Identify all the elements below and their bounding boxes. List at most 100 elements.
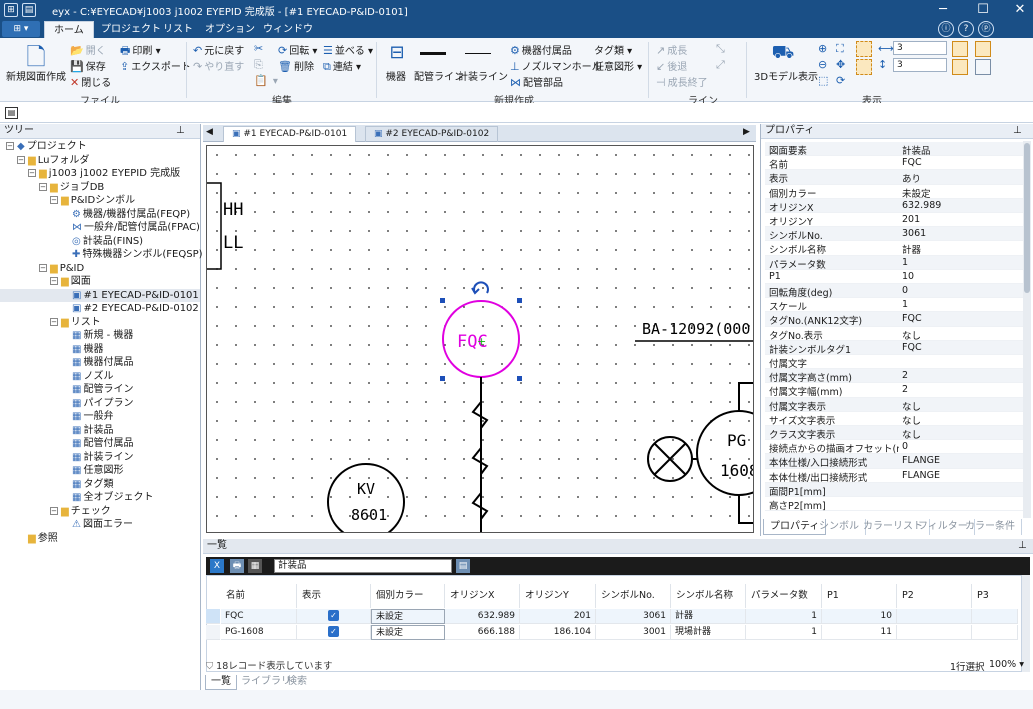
- tree-item[interactable]: − ▆ ジョブDB: [0, 181, 200, 195]
- handle-tr[interactable]: [517, 298, 522, 303]
- table-cell-p1[interactable]: 10: [822, 609, 897, 624]
- property-row[interactable]: 付属文字表示 なし: [765, 397, 1023, 413]
- doc-tab-0102[interactable]: ▣ #2 EYECAD-P&ID-0102: [365, 126, 499, 142]
- panel-toggle-icon[interactable]: [975, 41, 991, 57]
- col-color[interactable]: 個別カラー: [371, 584, 445, 608]
- tab-list-view[interactable]: 一覧: [205, 675, 237, 690]
- line-tool2-icon[interactable]: ⤢: [716, 58, 727, 72]
- property-value[interactable]: FQC: [902, 313, 922, 324]
- new-drawing-button[interactable]: 新規図面作成: [6, 68, 66, 83]
- property-value[interactable]: 3061: [902, 228, 926, 239]
- tree-item[interactable]: ▣ #1 EYECAD-P&ID-0101: [0, 288, 200, 302]
- file-menu-button[interactable]: ⊞ ▾: [2, 21, 40, 37]
- col-p1[interactable]: P1: [822, 584, 897, 608]
- row-selector[interactable]: [206, 609, 220, 624]
- property-row[interactable]: 高さP2[mm]: [765, 497, 1023, 512]
- col-param-count[interactable]: パラメータ数: [746, 584, 822, 608]
- tab-color-condition[interactable]: カラー条件: [959, 519, 1022, 535]
- property-value[interactable]: 計装品: [902, 143, 931, 157]
- close-doc-button[interactable]: ✕ 閉じる: [70, 74, 111, 89]
- tree-item[interactable]: ▦ ノズル: [0, 370, 200, 384]
- property-row[interactable]: 付属文字高さ(mm) 2: [765, 369, 1023, 384]
- refresh-icon[interactable]: ⟳: [836, 74, 847, 87]
- save-button[interactable]: 💾 保存: [70, 58, 106, 73]
- property-row[interactable]: シンボルNo. 3061: [765, 227, 1023, 242]
- table-cell-name[interactable]: FQC: [221, 609, 297, 624]
- help-icon[interactable]: ?: [958, 21, 974, 37]
- table-cell-color[interactable]: 未設定: [371, 625, 445, 640]
- tree-item[interactable]: − ▆ j1003 j1002 EYEPID 完成版: [0, 167, 200, 181]
- grid-x-spinner[interactable]: 3: [893, 41, 947, 55]
- col-name[interactable]: 名前: [221, 584, 297, 608]
- tree-item[interactable]: ⋈ 一般弁/配管付属品(FPAC): [0, 221, 200, 235]
- tree-item[interactable]: − ▆ リスト: [0, 316, 200, 330]
- property-row[interactable]: 付属文字幅(mm) 2: [765, 383, 1023, 398]
- table-cell-p1[interactable]: 11: [822, 625, 897, 640]
- display-checkbox[interactable]: ✓: [297, 625, 371, 640]
- pin-icon[interactable]: ⓟ: [978, 21, 994, 37]
- table-cell-no[interactable]: 3001: [596, 625, 671, 640]
- property-row[interactable]: 付属文字: [765, 355, 1023, 370]
- tree-item[interactable]: − ▆ P&ID: [0, 262, 200, 276]
- select-mode-icon[interactable]: [952, 41, 968, 57]
- checkbox-check-icon[interactable]: ✓: [328, 626, 339, 637]
- collapse-toggle-icon[interactable]: −: [28, 169, 36, 177]
- table-cell-params[interactable]: 1: [746, 625, 822, 640]
- quick-access-icon[interactable]: ▤: [22, 3, 36, 17]
- paste-icon[interactable]: 📋 ▾: [254, 74, 278, 87]
- tab-list[interactable]: リスト: [154, 21, 202, 38]
- tree-item[interactable]: − ▆ P&IDシンボル: [0, 194, 200, 208]
- list-settings-icon[interactable]: ▤: [456, 559, 470, 573]
- property-value[interactable]: FLANGE: [902, 470, 940, 481]
- excel-export-icon[interactable]: X: [210, 559, 224, 573]
- property-row[interactable]: タグNo.表示 なし: [765, 327, 1023, 342]
- col-symbol-no[interactable]: シンボルNo.: [596, 584, 671, 608]
- pipe-parts-button[interactable]: ⋈ 配管部品: [510, 74, 563, 89]
- table-cell-params[interactable]: 1: [746, 609, 822, 624]
- property-value[interactable]: 計器: [902, 242, 921, 256]
- nozzle-manhole-button[interactable]: ⊥ ノズルマンホール: [510, 58, 602, 73]
- tab-scroll-right-icon[interactable]: ▶: [743, 127, 750, 137]
- equipment-button[interactable]: 機器: [386, 68, 406, 83]
- property-value[interactable]: なし: [902, 328, 921, 342]
- table-cell-empty[interactable]: [897, 625, 972, 640]
- redo-button[interactable]: ↷ やり直す: [193, 58, 244, 73]
- property-row[interactable]: クラス文字表示 なし: [765, 426, 1023, 441]
- col-origin-y[interactable]: オリジンY: [520, 584, 596, 608]
- table-cell-name[interactable]: PG-1608: [221, 625, 297, 640]
- line-tool-icon[interactable]: ⤡: [716, 42, 727, 56]
- tag-button[interactable]: タグ類 ▾: [594, 42, 632, 57]
- any-shape-button[interactable]: 任意図形 ▾: [594, 58, 642, 73]
- tree-item[interactable]: ▆ 参照: [0, 532, 200, 546]
- col-symbol-name[interactable]: シンボル名称: [671, 584, 746, 608]
- tree-item[interactable]: ▦ 計装ライン: [0, 451, 200, 465]
- fit-icon[interactable]: ⛶: [836, 42, 846, 56]
- property-row[interactable]: 計装シンボルタグ1 FQC: [765, 340, 1023, 356]
- collapse-toggle-icon[interactable]: −: [50, 277, 58, 285]
- undo-button[interactable]: ↶ 元に戻す: [193, 42, 244, 57]
- link-button[interactable]: ⧉ 連結 ▾: [323, 58, 361, 74]
- tab-window[interactable]: ウィンドウ: [254, 21, 322, 38]
- checkbox-check-icon[interactable]: ✓: [328, 610, 339, 621]
- property-value[interactable]: 0: [902, 441, 908, 452]
- property-value[interactable]: FQC: [902, 342, 922, 353]
- pid-drawing[interactable]: HH LL FQC + BA-12092(000) KV 8601 PG 160: [207, 146, 754, 533]
- table-cell-color[interactable]: 未設定: [371, 609, 445, 624]
- copy-icon[interactable]: ⎘: [254, 58, 265, 72]
- pipe-line-button[interactable]: 配管ライン: [414, 68, 464, 83]
- scroll-thumb[interactable]: [1024, 143, 1030, 293]
- property-value[interactable]: FLANGE: [902, 455, 940, 466]
- tree-item[interactable]: − ◆ プロジェクト: [0, 140, 200, 154]
- tree-item[interactable]: ▦ タグ類: [0, 478, 200, 492]
- grid-y-spinner[interactable]: 3: [893, 58, 947, 72]
- property-value[interactable]: 未設定: [902, 186, 931, 200]
- zoom-select[interactable]: 100% ▾: [989, 659, 1024, 670]
- table-cell-x[interactable]: 666.188: [445, 625, 520, 640]
- property-row[interactable]: 本体仕様/出口接続形式 FLANGE: [765, 469, 1023, 484]
- table-cell-sym[interactable]: 現場計器: [671, 625, 746, 640]
- tree-item[interactable]: − ▆ Luフォルダ: [0, 154, 200, 168]
- tree-item[interactable]: ▦ 任意図形: [0, 464, 200, 478]
- property-row[interactable]: スケール 1: [765, 298, 1023, 313]
- handle-br[interactable]: [517, 376, 522, 381]
- list-scrollbar[interactable]: [1022, 575, 1030, 672]
